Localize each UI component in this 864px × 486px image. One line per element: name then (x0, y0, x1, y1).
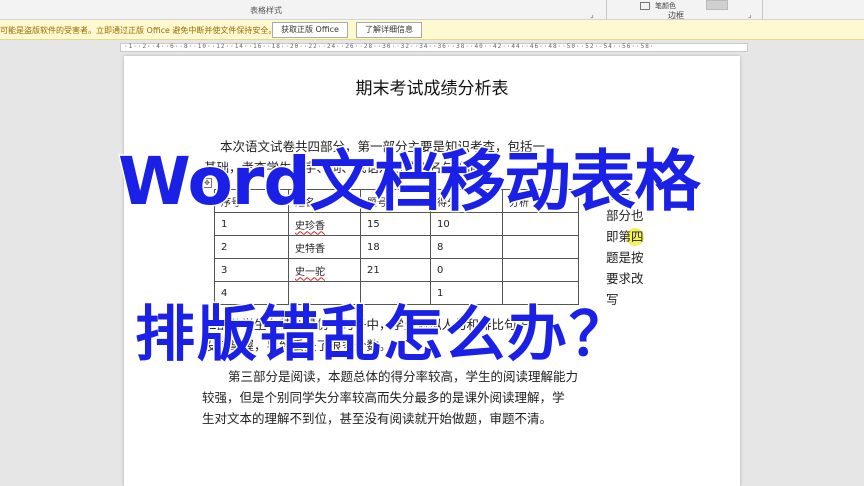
table-cell[interactable]: 3 (214, 258, 289, 282)
ribbon-separator (762, 0, 763, 20)
piracy-warning-bar: 可能是盗版软件的受害者。立即通过正版 Office 避免中断并使文件保持安全。 … (0, 20, 864, 40)
document-title: 期末考试成绩分析表 (355, 79, 509, 99)
borders-expand-icon[interactable]: ⌟ (748, 10, 752, 19)
table-cell[interactable] (502, 258, 579, 282)
warning-text: 可能是盗版软件的受害者。立即通过正版 Office 避免中断并使文件保持安全。 (0, 26, 277, 35)
table-cell[interactable] (502, 235, 579, 259)
table-cell[interactable]: 2 (214, 235, 289, 259)
paragraph-3-line-2: 较强，但是个别同学失分率较高而失分最多的是课外阅读理解，学 (202, 390, 565, 405)
ribbon-separator (606, 0, 607, 20)
table-cell[interactable]: 史一驼 (288, 258, 361, 282)
table-cell[interactable]: 18 (360, 235, 431, 259)
side-text-line: 题是按 (606, 250, 644, 265)
document-page[interactable]: 期末考试成绩分析表 本次语文试卷共四部分，第一部分主要是知识考查，包括一 基础，… (124, 56, 740, 486)
horizontal-ruler[interactable]: ·1··2··4··6··8··10··12··14··16··18··20··… (0, 41, 864, 54)
table-cell[interactable]: 21 (360, 258, 431, 282)
table-cell[interactable]: 8 (430, 235, 503, 259)
border-painter-button[interactable] (706, 0, 728, 10)
table-cell[interactable]: 0 (430, 258, 503, 282)
side-text-line: 即第四 (606, 229, 644, 244)
ruler-marks: ·1··2··4··6··8··10··12··14··16··18··20··… (124, 43, 655, 50)
pen-color-icon[interactable] (640, 2, 650, 10)
table-styles-expand-icon[interactable]: ⌟ (590, 10, 594, 19)
ribbon: 表格样式 笔颜色 边框 ⌟ ⌟ (0, 0, 864, 20)
table-row: 3 史一驼 21 0 (214, 258, 579, 282)
table-cell[interactable]: 史特香 (288, 235, 361, 259)
paragraph-3-line-3: 生对文本的理解不到位，甚至没有阅读就开始做题，审题不清。 (202, 411, 553, 426)
overlay-caption-line-2: 排版错乱怎么办？ (134, 299, 631, 372)
learn-more-button[interactable]: 了解详细信息 (356, 22, 422, 38)
table-styles-group-label: 表格样式 (250, 6, 282, 15)
overlay-caption-line-1: Word文档移动表格 (117, 142, 703, 222)
get-genuine-office-button[interactable]: 获取正版 Office (272, 22, 348, 38)
table-row: 2 史特香 18 8 (214, 235, 579, 259)
